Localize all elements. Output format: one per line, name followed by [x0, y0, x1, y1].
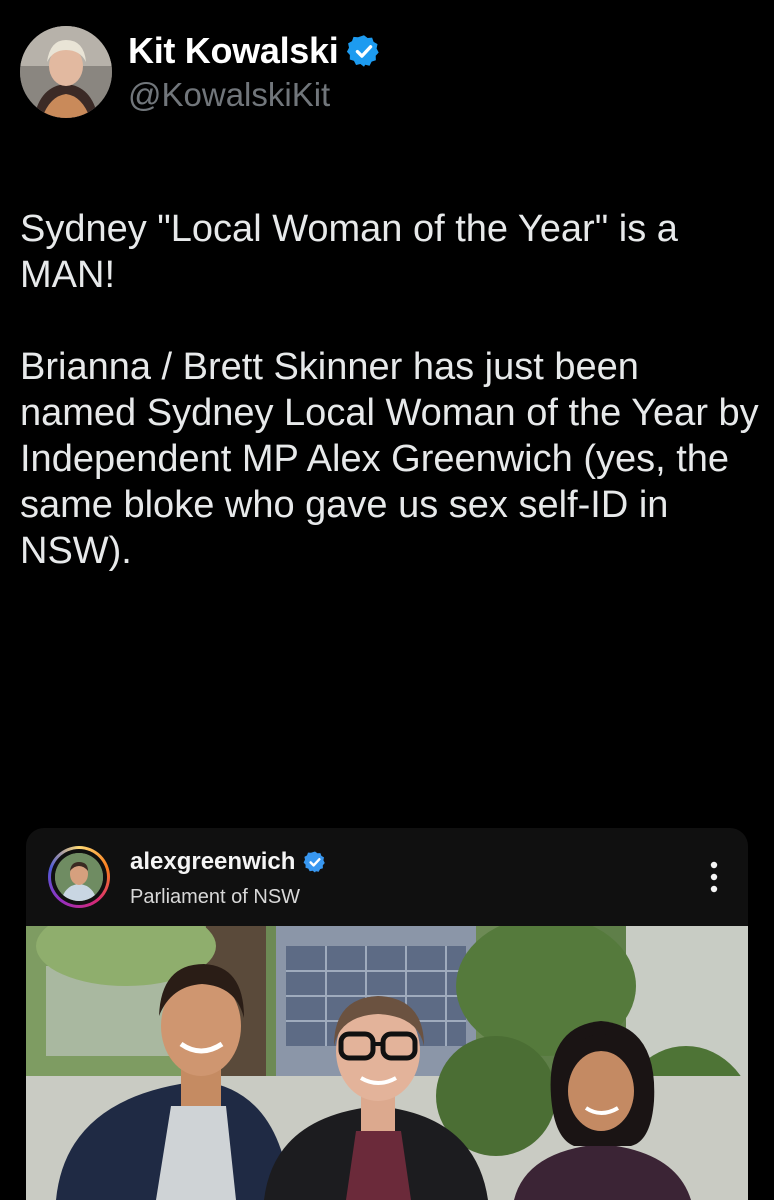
- embed-verified-badge-icon: [303, 850, 327, 874]
- name-row: Kit Kowalski: [128, 30, 382, 72]
- embed-username[interactable]: alexgreenwich: [130, 848, 295, 876]
- author-info: Kit Kowalski @KowalskiKit: [128, 30, 382, 114]
- embed-header: alexgreenwich Parliament of NSW: [26, 828, 748, 926]
- embed-user-row: alexgreenwich: [130, 848, 327, 876]
- verified-badge-icon[interactable]: [346, 33, 382, 69]
- author-avatar[interactable]: [20, 26, 112, 118]
- embed-photo[interactable]: [26, 926, 748, 1200]
- tweet-header: Kit Kowalski @KowalskiKit: [20, 22, 382, 122]
- author-display-name[interactable]: Kit Kowalski: [128, 30, 339, 72]
- more-options-icon[interactable]: [708, 860, 720, 894]
- author-handle[interactable]: @KowalskiKit: [128, 76, 382, 114]
- tweet-paragraph: Brianna / Brett Skinner has just been na…: [20, 346, 759, 572]
- tweet-paragraph: Sydney "Local Woman of the Year" is a MA…: [20, 208, 678, 296]
- embed-avatar: [55, 853, 103, 901]
- story-ring-inner: [51, 849, 107, 905]
- tweet-body: Sydney "Local Woman of the Year" is a MA…: [20, 206, 760, 574]
- embedded-instagram-post[interactable]: alexgreenwich Parliament of NSW: [26, 828, 748, 1200]
- story-ring[interactable]: [48, 846, 110, 908]
- embed-location[interactable]: Parliament of NSW: [130, 886, 300, 909]
